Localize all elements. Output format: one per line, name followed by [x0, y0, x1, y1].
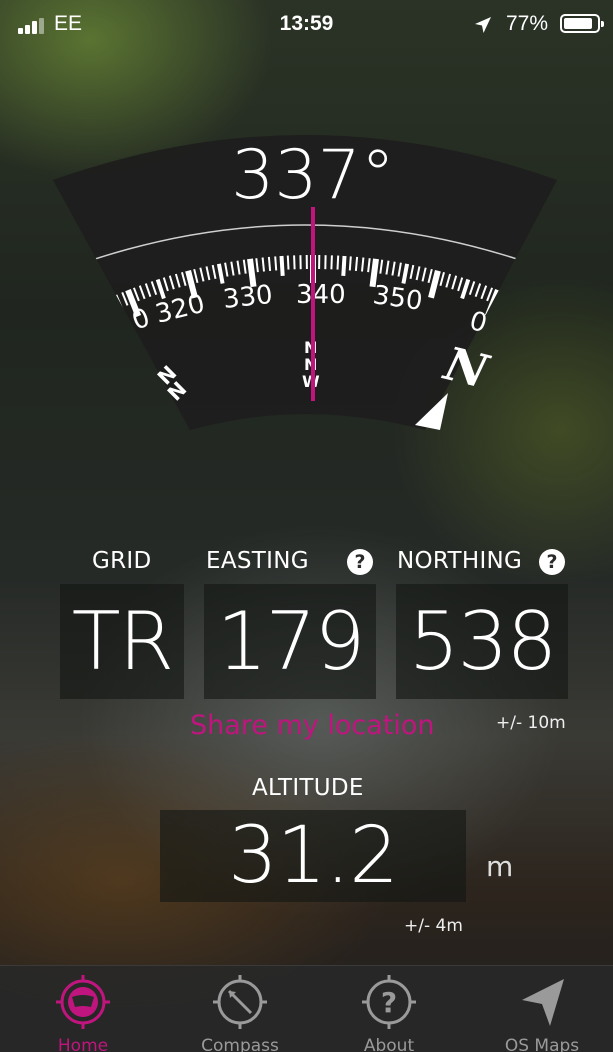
compass-tick: [293, 255, 296, 270]
compass-tick: [53, 328, 58, 342]
compass-tick: [286, 255, 290, 270]
compass-tick: [68, 315, 87, 343]
compass-tick: [267, 256, 272, 271]
altitude-unit: m: [486, 850, 514, 883]
compass-tick: [7, 358, 16, 369]
tab-compass-label: Compass: [201, 1036, 279, 1052]
compass-tick: [53, 325, 63, 339]
northing-label: NORTHING: [397, 548, 523, 574]
tab-about-label: About: [363, 1036, 415, 1052]
compass-tick: [23, 347, 31, 359]
os-maps-arrow-icon: [522, 979, 564, 1026]
easting-label: EASTING: [206, 548, 309, 574]
home-compass-icon: [56, 975, 110, 1029]
compass-tick: [0, 370, 5, 386]
compass-icon: [213, 975, 267, 1029]
scale-label-340: 340: [296, 280, 346, 310]
battery-icon: [560, 14, 604, 33]
compass-tick: [53, 331, 56, 351]
compass-tick: [64, 319, 74, 333]
about-question-icon: ?: [362, 975, 416, 1029]
tab-os-maps-label: OS Maps: [504, 1036, 580, 1052]
compass-tick: [348, 256, 352, 271]
status-bar: EE 13:59 77%: [0, 0, 613, 52]
compass-tick: [354, 256, 359, 271]
tab-home[interactable]: Home: [28, 966, 138, 1052]
compass-tick: [12, 354, 20, 365]
compass-tick: [330, 255, 333, 270]
tab-compass[interactable]: Compass: [185, 966, 295, 1052]
share-location-link[interactable]: Share my location: [190, 710, 435, 741]
compass-tick: [103, 299, 112, 314]
grid-value: TR: [60, 584, 184, 699]
compass-tick: [109, 296, 118, 311]
location-arrow-icon: [475, 17, 491, 33]
compass-tick: [86, 307, 95, 322]
compass-tick: [0, 366, 6, 377]
heading-readout: 337°: [231, 136, 395, 215]
northing-value: 538: [396, 584, 568, 699]
easting-help-icon[interactable]: ?: [347, 549, 373, 575]
altitude-label: ALTITUDE: [252, 775, 364, 801]
grid-label: GRID: [92, 548, 152, 574]
compass-tick: [92, 304, 101, 319]
tab-bar: Home Compass ? About OS Maps: [0, 965, 613, 1052]
compass-tick: [33, 340, 41, 352]
tab-home-label: Home: [57, 1036, 109, 1052]
compass-tick: [81, 310, 90, 324]
compass-tick: [97, 301, 110, 322]
compass-tick: [38, 336, 46, 348]
tab-about[interactable]: ? About: [334, 966, 444, 1052]
compass-tick: [336, 255, 340, 270]
compass-tick: [279, 255, 285, 277]
compass-tick: [75, 313, 84, 327]
altitude-value: 31.2: [160, 810, 466, 902]
scale-label-330: 330: [222, 280, 275, 315]
svg-text:?: ?: [381, 986, 397, 1019]
compass-tick: [28, 343, 36, 355]
compass-dial: 0 320 330 340 350 0 N N N N W N 337°: [0, 135, 557, 430]
compass-tick: [341, 255, 347, 277]
easting-value: 179: [204, 584, 376, 699]
compass-tick: [361, 257, 365, 272]
compass-tick: [2, 362, 11, 373]
northing-help-icon[interactable]: ?: [539, 549, 565, 575]
tab-os-maps[interactable]: OS Maps: [487, 966, 597, 1052]
compass-tick: [274, 256, 278, 271]
compass-tick: [261, 257, 265, 272]
compass-tick: [59, 322, 68, 336]
battery-percent: 77%: [506, 12, 549, 35]
compass-tick: [18, 351, 34, 374]
position-accuracy: +/- 10m: [496, 713, 566, 733]
altitude-accuracy: +/- 4m: [404, 916, 463, 936]
